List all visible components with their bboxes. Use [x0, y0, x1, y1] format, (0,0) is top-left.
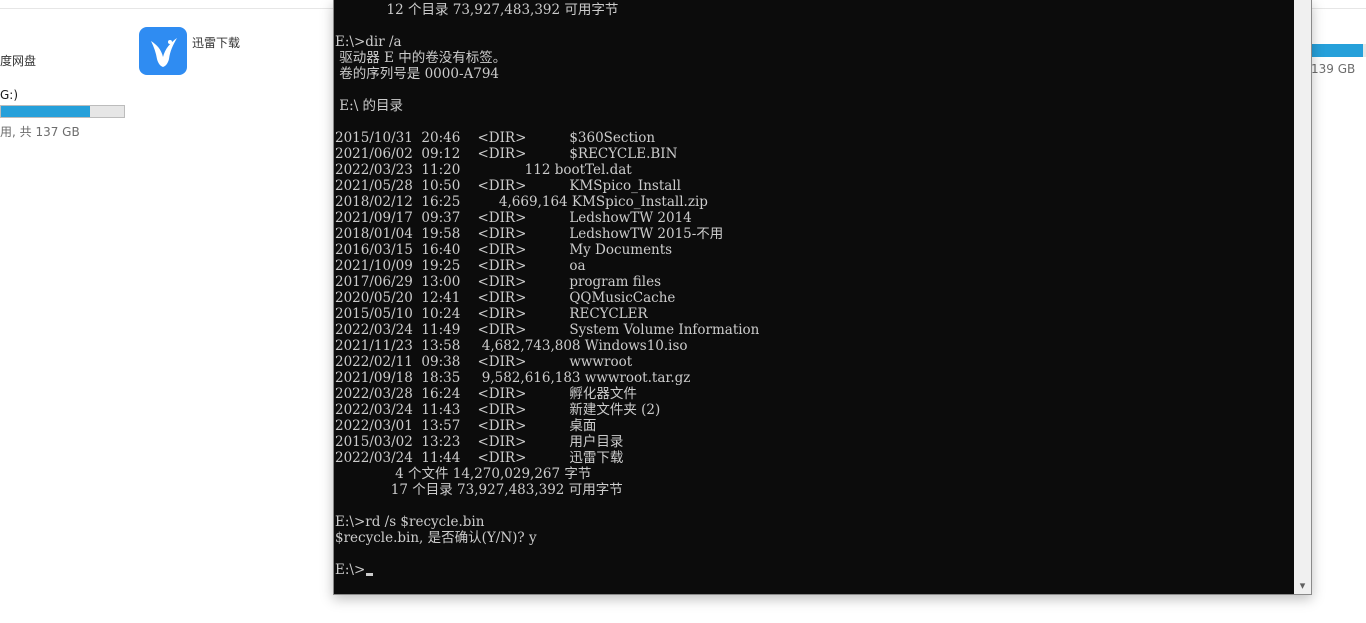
console-scrollbar[interactable]: ▾ [1294, 0, 1311, 594]
console-line: 卷的序列号是 0000-A794 [335, 66, 500, 82]
console-line: 2015/10/31 20:46 <DIR> $360Section [335, 130, 656, 146]
console-line: 2021/05/28 10:50 <DIR> KMSpico_Install [335, 178, 681, 194]
console-line: E:\ 的目录 [335, 98, 404, 114]
app-label-baidu-netdisk[interactable]: 度网盘 [0, 52, 36, 69]
console-line: 2021/11/23 13:58 4,682,743,808 Windows10… [335, 338, 688, 354]
console-line: 2022/03/28 16:24 <DIR> 孵化器文件 [335, 386, 637, 402]
console-line: E:\> [335, 562, 1285, 578]
console-line: 2022/03/24 11:43 <DIR> 新建文件夹 (2) [335, 402, 661, 418]
xunlei-icon[interactable] [139, 27, 187, 75]
text-cursor [366, 573, 374, 576]
console-line: 2022/03/24 11:49 <DIR> System Volume Inf… [335, 322, 760, 338]
drive-capacity-text: 用, 共 137 GB [0, 125, 80, 139]
scroll-down-icon[interactable]: ▾ [1294, 577, 1311, 594]
console-line: 2021/10/09 19:25 <DIR> oa [335, 258, 586, 274]
console-line: 2021/09/18 18:35 9,582,616,183 wwwroot.t… [335, 370, 691, 386]
desktop-stage: 度网盘 迅雷下载 G:) 用, 共 137 GB 139 GB 3 个文件 14… [0, 0, 1366, 623]
drive-usage-bar [0, 105, 125, 118]
console-line: 2021/06/02 09:12 <DIR> $RECYCLE.BIN [335, 146, 678, 162]
drive-usage-fill [1, 106, 90, 117]
console-line: 2018/01/04 19:58 <DIR> LedshowTW 2015-不用 [335, 226, 724, 242]
console-line: 2022/03/23 11:20 112 bootTel.dat [335, 162, 632, 178]
console-line: 2020/05/20 12:41 <DIR> QQMusicCache [335, 290, 676, 306]
console-line: 驱动器 E 中的卷没有标签。 [335, 50, 507, 66]
console-line: $recycle.bin, 是否确认(Y/N)? y [335, 530, 537, 546]
console-output[interactable]: 3 个文件 14,270,029,155 字节 12 个目录 73,927,48… [335, 0, 1285, 578]
console-line: 17 个目录 73,927,483,392 可用字节 [335, 482, 623, 498]
console-line: 12 个目录 73,927,483,392 可用字节 [335, 2, 619, 18]
drive-label[interactable]: G:) [0, 88, 18, 102]
drive-usage-bar-right [1311, 44, 1366, 57]
console-line: 2022/03/01 13:57 <DIR> 桌面 [335, 418, 597, 434]
app-label-xunlei[interactable]: 迅雷下载 [192, 34, 240, 51]
console-line: 2017/06/29 13:00 <DIR> program files [335, 274, 662, 290]
drive-capacity-text-right: 139 GB [1311, 62, 1356, 76]
console-line: 2015/05/10 10:24 <DIR> RECYCLER [335, 306, 648, 322]
console-line: 2022/02/11 09:38 <DIR> wwwroot [335, 354, 633, 370]
console-line: 2021/09/17 09:37 <DIR> LedshowTW 2014 [335, 210, 692, 226]
console-line: 2015/03/02 13:23 <DIR> 用户目录 [335, 434, 624, 450]
console-line: 4 个文件 14,270,029,267 字节 [335, 466, 592, 482]
console-line: E:\>dir /a [335, 34, 402, 50]
command-prompt-window[interactable]: 3 个文件 14,270,029,155 字节 12 个目录 73,927,48… [333, 0, 1312, 595]
console-line: 2016/03/15 16:40 <DIR> My Documents [335, 242, 673, 258]
console-line: 2018/02/12 16:25 4,669,164 KMSpico_Insta… [335, 194, 708, 210]
console-line: E:\>rd /s $recycle.bin [335, 514, 485, 530]
console-line: 2022/03/24 11:44 <DIR> 迅雷下载 [335, 450, 624, 466]
drive-usage-fill-right [1311, 44, 1364, 57]
